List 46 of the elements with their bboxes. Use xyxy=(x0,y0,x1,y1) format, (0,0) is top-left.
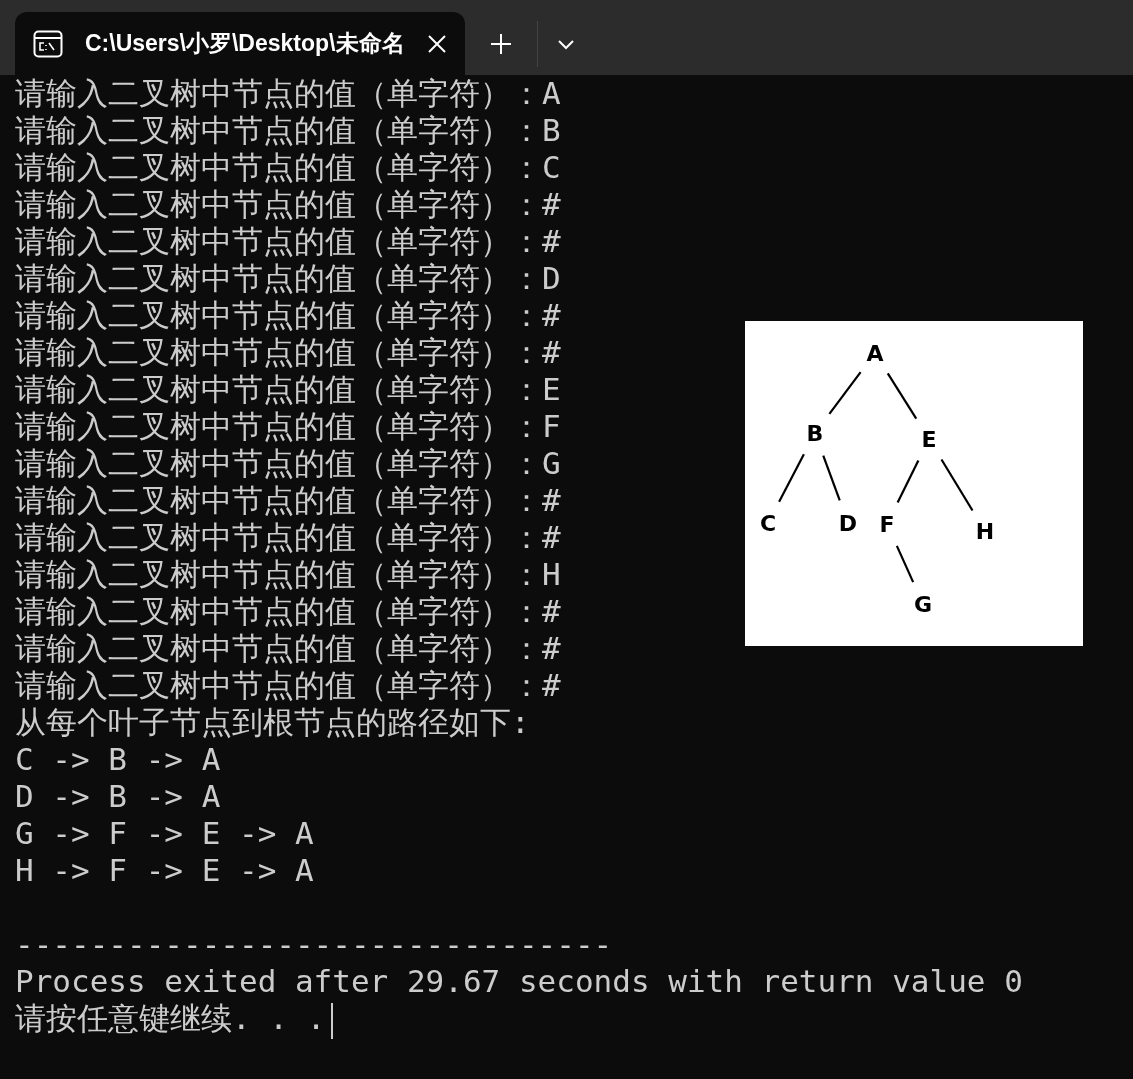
terminal-line: 请输入二叉树中节点的值（单字符）：# xyxy=(15,593,561,630)
terminal-line: 请输入二叉树中节点的值（单字符）：# xyxy=(15,223,561,260)
edge-line xyxy=(822,455,841,501)
terminal-line: 请输入二叉树中节点的值（单字符）：B xyxy=(15,112,561,149)
edge-line xyxy=(778,453,805,503)
terminal-icon xyxy=(33,29,63,58)
terminal-line: 从每个叶子节点到根节点的路径如下: xyxy=(15,704,530,741)
tree-node-label: G xyxy=(913,592,933,617)
terminal-line: 请输入二叉树中节点的值（单字符）：C xyxy=(15,149,561,186)
close-icon xyxy=(427,33,447,54)
terminal-line: 请输入二叉树中节点的值（单字符）：# xyxy=(15,482,561,519)
terminal-line: 请输入二叉树中节点的值（单字符）：# xyxy=(15,334,561,371)
terminal-line: 请输入二叉树中节点的值（单字符）：# xyxy=(15,186,561,223)
tree-node-label: H xyxy=(975,519,995,544)
plus-icon xyxy=(490,32,512,55)
chevron-down-icon xyxy=(557,37,575,50)
terminal-line: C -> B -> A xyxy=(15,741,221,778)
terminal-line: 请输入二叉树中节点的值（单字符）：E xyxy=(15,371,561,408)
edge-line xyxy=(886,372,918,420)
tree-node-label: D xyxy=(838,511,858,536)
tree-node-label: B xyxy=(806,421,824,446)
terminal-line: 请输入二叉树中节点的值（单字符）：D xyxy=(15,260,561,297)
terminal-line: H -> F -> E -> A xyxy=(15,852,314,889)
terminal-line: 请输入二叉树中节点的值（单字符）：# xyxy=(15,630,561,667)
edge-line xyxy=(828,371,862,415)
tree-node-label: E xyxy=(921,427,937,452)
edge-line xyxy=(895,545,915,583)
close-button[interactable] xyxy=(427,33,447,54)
terminal-tab[interactable]: C:\Users\小罗\Desktop\未命名 xyxy=(15,12,465,75)
terminal-line: 请按任意键继续. . . xyxy=(15,1000,326,1037)
tree-node-label: F xyxy=(879,512,895,537)
tree-node-label: C xyxy=(759,511,777,536)
edge-line xyxy=(940,458,974,512)
terminal-line: 请输入二叉树中节点的值（单字符）：G xyxy=(15,445,561,482)
terminal-line: 请输入二叉树中节点的值（单字符）：A xyxy=(15,75,561,112)
terminal-line: 请输入二叉树中节点的值（单字符）：# xyxy=(15,297,561,334)
terminal-line: 请输入二叉树中节点的值（单字符）：# xyxy=(15,519,561,556)
terminal-line: -------------------------------- xyxy=(15,926,613,963)
terminal-line: 请输入二叉树中节点的值（单字符）：F xyxy=(15,408,561,445)
terminal-line: G -> F -> E -> A xyxy=(15,815,314,852)
terminal-line: 请输入二叉树中节点的值（单字符）：# xyxy=(15,667,561,704)
terminal-line: Process exited after 29.67 seconds with return value 0 xyxy=(15,963,1023,1000)
terminal-line: 请输入二叉树中节点的值（单字符）：H xyxy=(15,556,561,593)
terminal-line: D -> B -> A xyxy=(15,778,221,815)
tree-node-label: A xyxy=(866,341,884,366)
edge-line xyxy=(896,460,920,503)
